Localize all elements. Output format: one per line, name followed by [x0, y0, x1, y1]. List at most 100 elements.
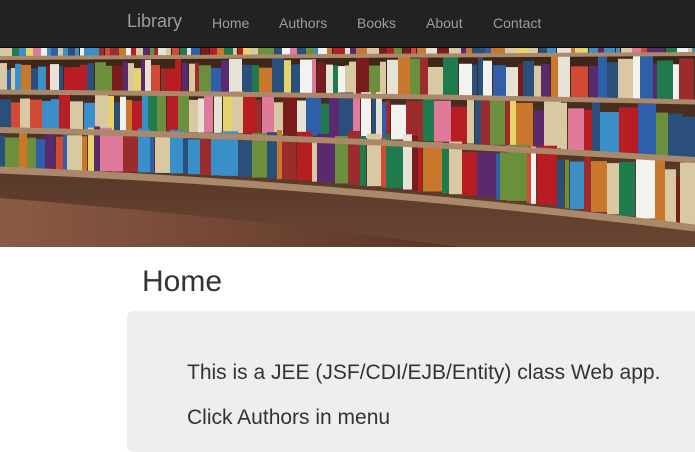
book-spine — [607, 62, 618, 100]
book-spine — [558, 56, 570, 99]
book-spine — [570, 161, 584, 210]
book-spine — [369, 65, 380, 95]
book-spine — [198, 98, 204, 133]
book-spine — [297, 100, 306, 136]
book-spine — [565, 159, 569, 209]
book-spine — [189, 63, 195, 93]
book-spine — [128, 63, 134, 93]
book-spine — [680, 162, 695, 226]
book-spine — [505, 98, 510, 146]
nav-item-contact[interactable]: Contact — [493, 15, 541, 31]
book-spine — [15, 63, 21, 93]
book-spine — [64, 67, 71, 93]
book-spine — [462, 152, 477, 196]
book-spine — [150, 137, 154, 173]
book-spine — [475, 96, 481, 145]
book-spine — [274, 102, 283, 135]
book-spine — [31, 68, 38, 93]
book-spine — [500, 152, 507, 201]
book-spine — [477, 152, 496, 198]
book-spine — [451, 106, 467, 143]
hero-banner-image — [0, 48, 695, 247]
book-spine — [410, 58, 420, 96]
book-spine — [256, 99, 261, 135]
book-spine — [38, 66, 46, 93]
book-spine — [223, 94, 232, 134]
bookshelves-illustration — [0, 48, 695, 247]
book-spine — [167, 94, 178, 132]
book-spine — [523, 60, 534, 98]
book-spine — [329, 93, 339, 137]
nav-item-home[interactable]: Home — [212, 15, 249, 31]
book-spine — [161, 68, 166, 93]
book-spine — [382, 102, 386, 140]
book-spine — [557, 159, 564, 208]
book-spine — [19, 132, 27, 171]
book-spine — [67, 135, 82, 171]
book-spine — [493, 65, 506, 98]
book-spine — [211, 138, 221, 176]
book-spine — [420, 57, 428, 96]
brand-link[interactable]: Library — [127, 11, 182, 32]
book-spine — [252, 65, 259, 94]
book-spine — [673, 64, 679, 102]
book-spine — [312, 140, 317, 182]
book-spine — [189, 99, 198, 133]
book-spine — [7, 69, 11, 93]
book-spine — [142, 91, 148, 132]
book-spine — [321, 103, 329, 137]
book-spine — [95, 62, 106, 93]
book-spine — [619, 161, 635, 217]
book-spine — [339, 92, 353, 138]
nav-item-authors[interactable]: Authors — [279, 15, 327, 31]
book-spine — [418, 146, 422, 191]
book-spine — [507, 144, 527, 201]
book-spine — [95, 94, 108, 131]
book-spine — [45, 130, 55, 171]
book-spine — [123, 134, 138, 172]
book-spine — [598, 55, 607, 100]
book-spine — [5, 137, 19, 171]
book-spine — [534, 110, 544, 148]
book-spine — [0, 99, 11, 130]
book-spine — [516, 102, 533, 147]
book-spine — [51, 99, 59, 131]
book-spine — [134, 68, 141, 93]
book-spine — [679, 58, 694, 102]
book-spine — [204, 91, 213, 133]
book-spine — [372, 97, 376, 139]
book-spine — [326, 64, 333, 95]
book-spine — [71, 66, 80, 93]
book-spine — [148, 94, 157, 132]
book-spine — [568, 108, 584, 151]
book-spine — [676, 176, 680, 225]
book-spine — [571, 66, 588, 99]
book-spine — [618, 58, 633, 100]
book-spine — [50, 64, 59, 93]
book-spine — [63, 134, 67, 171]
intro-text: This is a JEE (JSF/CDI/EJB/Entity) class… — [187, 361, 661, 384]
book-spine — [655, 156, 665, 222]
book-spine — [333, 65, 338, 95]
book-spine — [200, 136, 211, 175]
nav-item-books[interactable]: Books — [357, 15, 396, 31]
book-spine — [82, 136, 87, 171]
book-spine — [589, 66, 598, 100]
book-spine — [214, 96, 222, 133]
book-spine — [467, 96, 474, 144]
book-spine — [221, 60, 229, 94]
book-spine — [306, 95, 321, 136]
book-spine — [21, 64, 31, 93]
book-spine — [145, 59, 151, 93]
book-spine — [638, 103, 656, 156]
page-title: Home — [142, 265, 223, 298]
book-spine — [592, 100, 600, 152]
book-spine — [640, 55, 653, 101]
book-spine — [300, 59, 312, 94]
book-spine — [126, 99, 132, 131]
book-spine — [243, 95, 256, 134]
book-spine — [459, 63, 472, 97]
book-spine — [272, 57, 284, 94]
book-spine — [259, 67, 272, 94]
nav-item-about[interactable]: About — [426, 15, 463, 31]
